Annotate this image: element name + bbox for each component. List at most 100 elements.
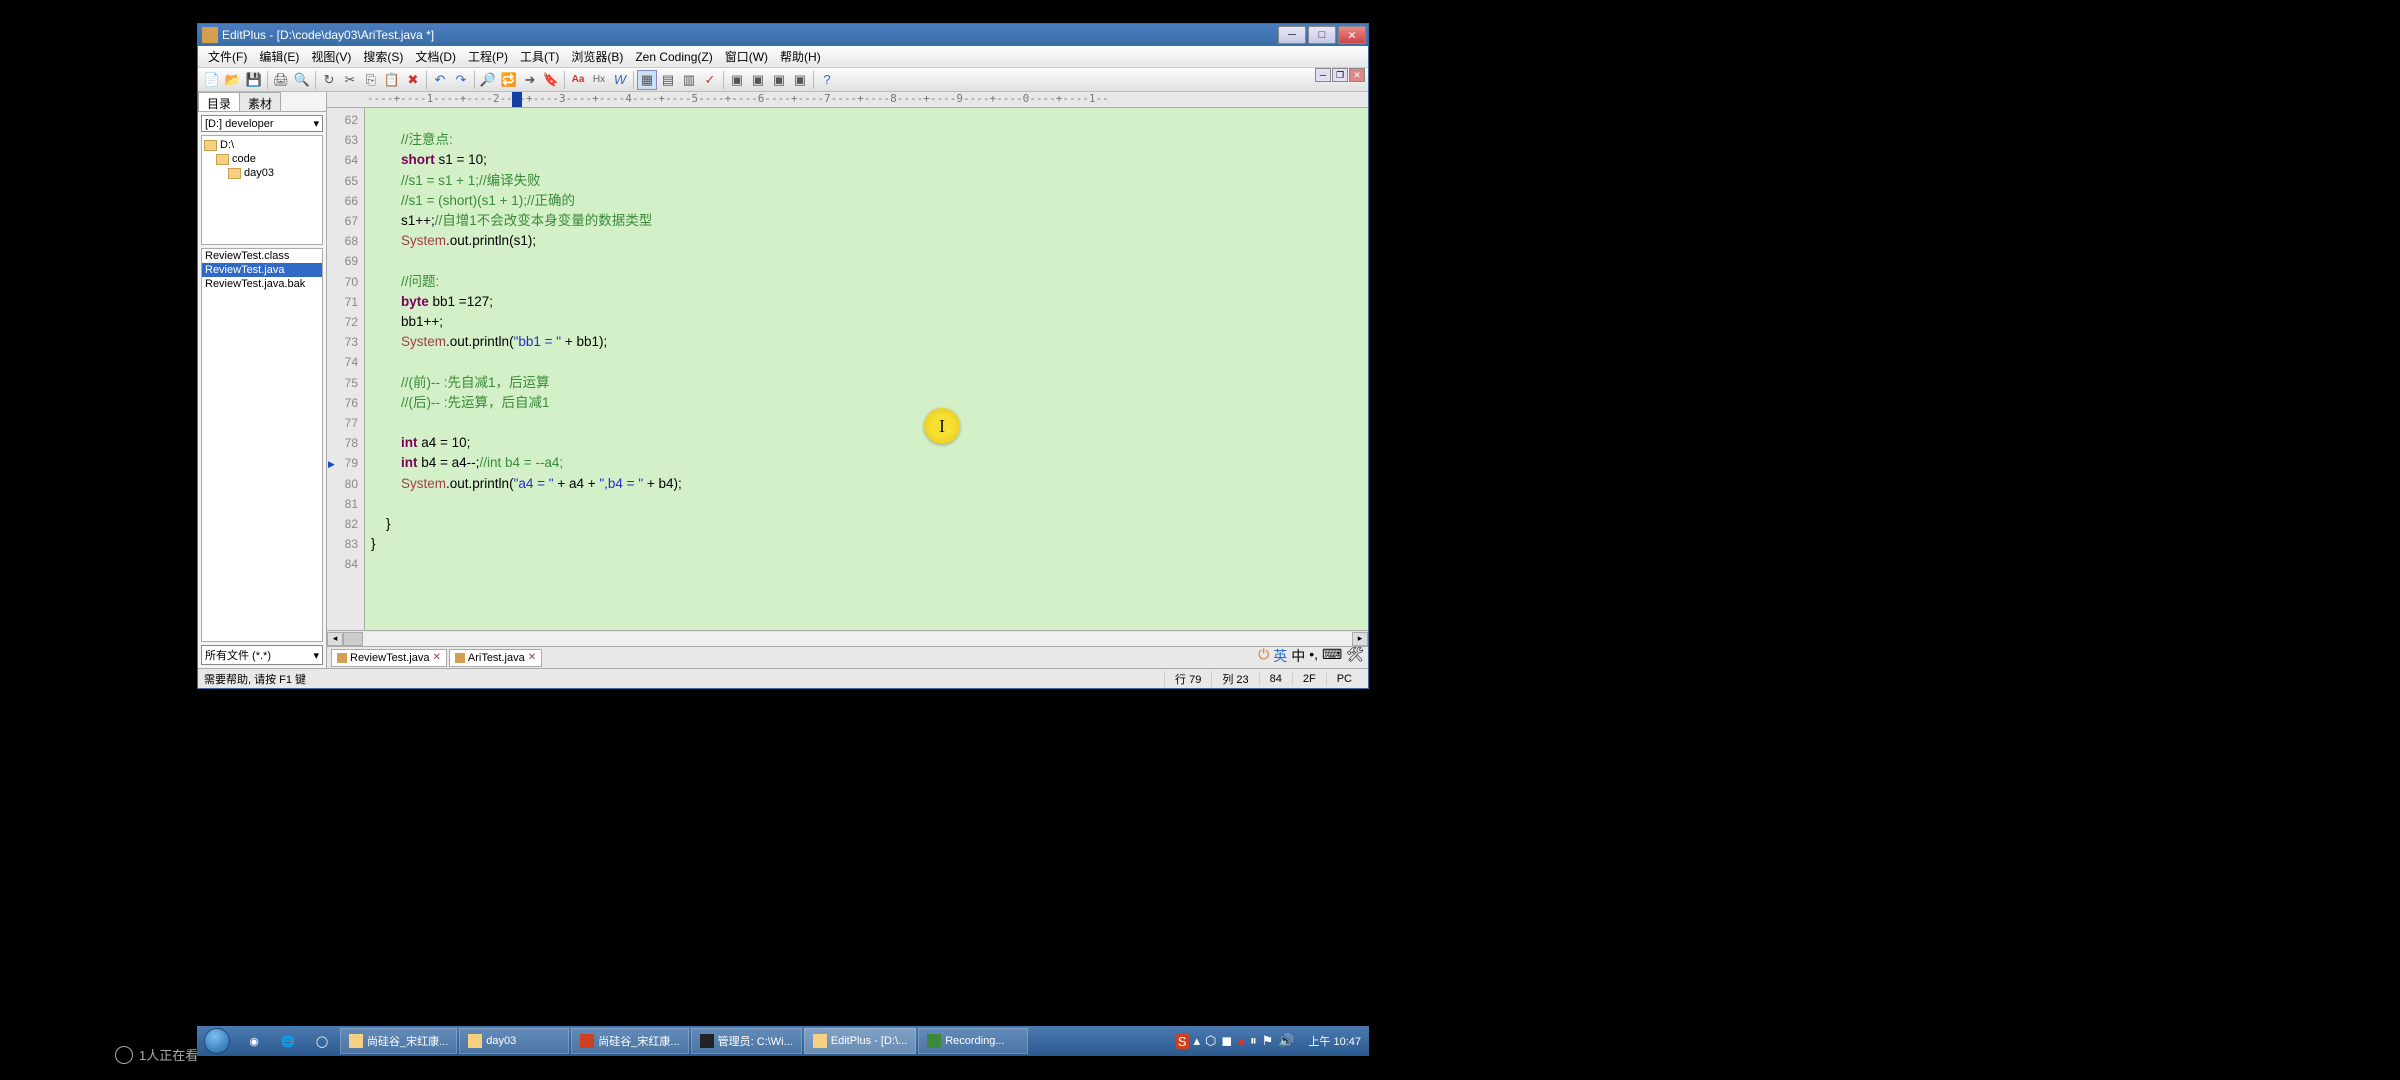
paste-icon[interactable]: 📋 [382,70,402,90]
file-item[interactable]: ReviewTest.java.bak [202,277,322,291]
folder-tree[interactable]: D:\ code day03 [201,135,323,245]
close-tab-icon[interactable]: ✕ [528,652,536,663]
taskbar-item[interactable]: 尚硅谷_宋红康... [571,1028,688,1054]
tray-icon[interactable]: ▴ [1194,1033,1201,1049]
scroll-left-button[interactable]: ◂ [327,632,343,646]
statusbar: 需要帮助, 请按 F1 键 行 79 列 23 84 2F PC ⏻ 英 中 •… [198,668,1368,688]
ime-keyboard-icon[interactable]: ⌨ [1322,646,1342,666]
doc-restore-button[interactable]: ❐ [1332,68,1348,82]
file-list[interactable]: ReviewTest.class ReviewTest.java ReviewT… [201,248,323,642]
minimize-button[interactable]: ─ [1278,26,1306,44]
help-icon[interactable]: ? [817,70,837,90]
code-content[interactable]: //注意点: short s1 = 10; //s1 = s1 + 1;//编译… [365,108,1368,630]
document-tabs: ReviewTest.java✕ AriTest.java✕ [327,646,1368,668]
folder-item[interactable]: D:\ [204,138,320,152]
titlebar[interactable]: EditPlus - [D:\code\day03\AriTest.java *… [198,24,1368,46]
tray-icon[interactable]: ⏸ [1250,1033,1257,1049]
taskbar-item-active[interactable]: EditPlus - [D:\... [804,1028,916,1054]
doc-minimize-button[interactable]: ─ [1315,68,1331,82]
hex-icon[interactable]: Hx [589,70,609,90]
refresh-icon[interactable]: ↻ [319,70,339,90]
new-file-icon[interactable]: 📄 [202,70,222,90]
pinned-app-icon[interactable]: ◉ [237,1027,271,1055]
find-icon[interactable]: 🔎 [478,70,498,90]
menu-window[interactable]: 窗口(W) [719,46,774,67]
preview-icon[interactable]: 🔍 [292,70,312,90]
taskbar-item[interactable]: 管理员: C:\Wi... [691,1028,802,1054]
ime-punct-icon[interactable]: •, [1309,646,1318,666]
file-item-selected[interactable]: ReviewTest.java [202,263,322,277]
delete-icon[interactable]: ✖ [403,70,423,90]
menu-zen[interactable]: Zen Coding(Z) [629,48,718,66]
folder-item[interactable]: day03 [204,166,320,180]
panel1-icon[interactable]: ▣ [727,70,747,90]
code-pane[interactable]: 62 63 64 65 66 67 68 69 70 71 72 73 74 7… [327,108,1368,630]
power-icon[interactable]: ⏻ [1258,646,1269,666]
bookmark-icon[interactable]: 🔖 [541,70,561,90]
menu-help[interactable]: 帮助(H) [774,46,827,67]
maximize-button[interactable]: □ [1308,26,1336,44]
tray-icon[interactable]: ⚑ [1262,1033,1274,1049]
menu-document[interactable]: 文档(D) [409,46,462,67]
h-scrollbar[interactable]: ◂ ▸ [327,630,1368,646]
menu-tools[interactable]: 工具(T) [514,46,565,67]
save-icon[interactable]: 💾 [244,70,264,90]
system-tray[interactable]: S ▴ ⬡ ◼ ● ⏸ ⚑ 🔊 [1170,1033,1301,1049]
spell-icon[interactable]: Aa [568,70,588,90]
panel3-icon[interactable]: ▣ [769,70,789,90]
cut-icon[interactable]: ✂ [340,70,360,90]
wrap-icon[interactable]: W [610,70,630,90]
view3-icon[interactable]: ▥ [679,70,699,90]
start-button[interactable] [197,1026,237,1056]
taskbar-item[interactable]: 尚硅谷_宋红康... [340,1028,457,1054]
sidebar: 目录 素材 [D:] developer▾ D:\ code day03 Rev… [198,92,327,668]
goto-icon[interactable]: ➜ [520,70,540,90]
taskbar-item[interactable]: day03 [459,1028,569,1054]
file-item[interactable]: ReviewTest.class [202,249,322,263]
close-tab-icon[interactable]: ✕ [432,652,440,663]
menu-browser[interactable]: 浏览器(B) [565,46,629,67]
view2-icon[interactable]: ▤ [658,70,678,90]
copy-icon[interactable]: ⎘ [361,70,381,90]
drive-select[interactable]: [D:] developer▾ [201,115,323,132]
filter-select[interactable]: 所有文件 (*.*)▾ [201,645,323,665]
menu-view[interactable]: 视图(V) [305,46,357,67]
tray-record-icon[interactable]: ● [1237,1034,1245,1049]
open-file-icon[interactable]: 📂 [223,70,243,90]
ime-lang-icon[interactable]: 英 [1273,646,1287,666]
ime-settings-icon[interactable]: 🛠 [1346,646,1364,666]
doc-tab-active[interactable]: AriTest.java✕ [449,649,542,667]
view1-icon[interactable]: ▦ [637,70,657,90]
menubar: 文件(F) 编辑(E) 视图(V) 搜索(S) 文档(D) 工程(P) 工具(T… [198,46,1368,68]
tab-directory[interactable]: 目录 [198,92,240,111]
status-platform: PC [1326,673,1362,685]
pinned-app-icon[interactable]: 🌐 [271,1027,305,1055]
menu-search[interactable]: 搜索(S) [357,46,409,67]
scroll-thumb[interactable] [343,632,363,646]
folder-item[interactable]: code [204,152,320,166]
replace-icon[interactable]: 🔁 [499,70,519,90]
tray-sogou-icon[interactable]: S [1176,1034,1189,1049]
pinned-chrome-icon[interactable]: ◯ [305,1027,339,1055]
print-icon[interactable]: 🖨 [271,70,291,90]
panel2-icon[interactable]: ▣ [748,70,768,90]
menu-file[interactable]: 文件(F) [202,46,253,67]
tab-materials[interactable]: 素材 [239,92,281,111]
menu-project[interactable]: 工程(P) [462,46,514,67]
close-button[interactable]: ✕ [1338,26,1366,44]
redo-icon[interactable]: ↷ [451,70,471,90]
tray-icon[interactable]: ◼ [1221,1033,1232,1049]
doc-tab[interactable]: ReviewTest.java✕ [331,649,447,667]
doc-close-button[interactable]: ✕ [1349,68,1365,82]
tray-icon[interactable]: ⬡ [1205,1033,1216,1049]
menu-edit[interactable]: 编辑(E) [253,46,305,67]
panel4-icon[interactable]: ▣ [790,70,810,90]
ime-mode-icon[interactable]: 中 [1291,646,1305,666]
taskbar-clock[interactable]: 上午 10:47 [1300,1033,1369,1049]
person-icon [115,1046,133,1064]
scroll-right-button[interactable]: ▸ [1352,632,1368,646]
undo-icon[interactable]: ↶ [430,70,450,90]
tray-volume-icon[interactable]: 🔊 [1278,1033,1294,1049]
check-icon[interactable]: ✓ [700,70,720,90]
taskbar-item[interactable]: Recording... [918,1028,1028,1054]
